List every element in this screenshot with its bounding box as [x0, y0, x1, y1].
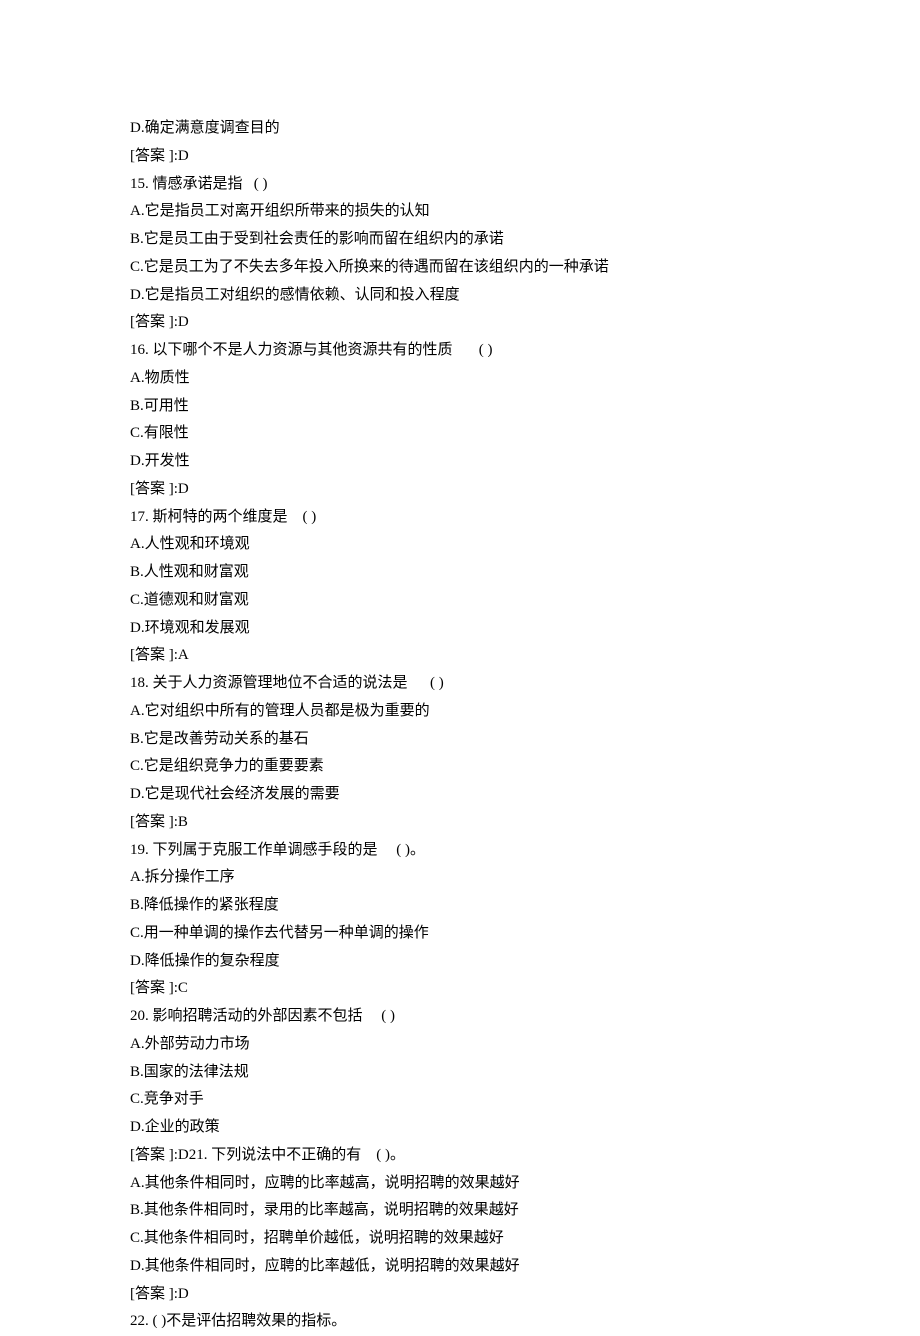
document-page: D.确定满意度调查目的 [答案 ]:D 15. 情感承诺是指 ( ) A.它是指…	[0, 0, 920, 1336]
answer-line: [答案 ]:D	[130, 309, 790, 337]
question-line: 17. 斯柯特的两个维度是 ( )	[130, 504, 790, 532]
question-line: 19. 下列属于克服工作单调感手段的是 ( )。	[130, 837, 790, 865]
option-line: A.物质性	[130, 365, 790, 393]
option-line: D.开发性	[130, 448, 790, 476]
question-line: 15. 情感承诺是指 ( )	[130, 171, 790, 199]
option-line: C.有限性	[130, 420, 790, 448]
option-line: B.国家的法律法规	[130, 1059, 790, 1087]
answer-line: [答案 ]:D	[130, 476, 790, 504]
question-line: 16. 以下哪个不是人力资源与其他资源共有的性质 ( )	[130, 337, 790, 365]
question-line: 20. 影响招聘活动的外部因素不包括 ( )	[130, 1003, 790, 1031]
answer-line: [答案 ]:C	[130, 975, 790, 1003]
option-line: B.它是员工由于受到社会责任的影响而留在组织内的承诺	[130, 226, 790, 254]
option-line: D.环境观和发展观	[130, 615, 790, 643]
text-line: D.确定满意度调查目的	[130, 115, 790, 143]
answer-question-line: [答案 ]:D21. 下列说法中不正确的有 ( )。	[130, 1142, 790, 1170]
option-line: B.它是改善劳动关系的基石	[130, 726, 790, 754]
option-line: C.其他条件相同时，招聘单价越低，说明招聘的效果越好	[130, 1225, 790, 1253]
question-line: 18. 关于人力资源管理地位不合适的说法是 ( )	[130, 670, 790, 698]
option-line: C.用一种单调的操作去代替另一种单调的操作	[130, 920, 790, 948]
option-line: B.可用性	[130, 393, 790, 421]
option-line: C.竞争对手	[130, 1086, 790, 1114]
option-line: B.其他条件相同时，录用的比率越高，说明招聘的效果越好	[130, 1197, 790, 1225]
option-line: C.它是组织竞争力的重要要素	[130, 753, 790, 781]
option-line: C.道德观和财富观	[130, 587, 790, 615]
answer-line: [答案 ]:D	[130, 1281, 790, 1309]
question-line: 22. ( )不是评估招聘效果的指标。	[130, 1308, 790, 1336]
option-line: A.拆分操作工序	[130, 864, 790, 892]
answer-line: [答案 ]:A	[130, 642, 790, 670]
option-line: D.它是现代社会经济发展的需要	[130, 781, 790, 809]
option-line: D.其他条件相同时，应聘的比率越低，说明招聘的效果越好	[130, 1253, 790, 1281]
option-line: D.企业的政策	[130, 1114, 790, 1142]
option-line: D.降低操作的复杂程度	[130, 948, 790, 976]
answer-line: [答案 ]:D	[130, 143, 790, 171]
option-line: D.它是指员工对组织的感情依赖、认同和投入程度	[130, 282, 790, 310]
option-line: C.它是员工为了不失去多年投入所换来的待遇而留在该组织内的一种承诺	[130, 254, 790, 282]
option-line: B.降低操作的紧张程度	[130, 892, 790, 920]
option-line: A.人性观和环境观	[130, 531, 790, 559]
option-line: A.它是指员工对离开组织所带来的损失的认知	[130, 198, 790, 226]
option-line: A.其他条件相同时，应聘的比率越高，说明招聘的效果越好	[130, 1170, 790, 1198]
option-line: B.人性观和财富观	[130, 559, 790, 587]
option-line: A.外部劳动力市场	[130, 1031, 790, 1059]
option-line: A.它对组织中所有的管理人员都是极为重要的	[130, 698, 790, 726]
answer-line: [答案 ]:B	[130, 809, 790, 837]
